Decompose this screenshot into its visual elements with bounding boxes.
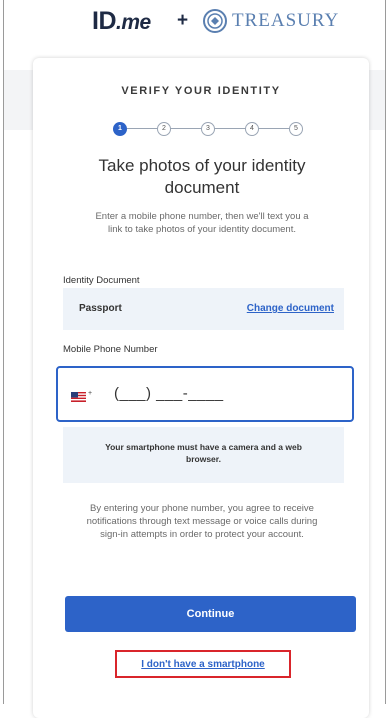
country-code-prefix: + — [88, 390, 93, 397]
instructions-text: Enter a mobile phone number, then we'll … — [95, 211, 309, 235]
step-1: 1 — [113, 122, 127, 136]
us-flag-icon[interactable] — [71, 392, 86, 402]
continue-button[interactable]: Continue — [65, 596, 356, 632]
idme-logo-suffix: .me — [116, 11, 151, 34]
plus-sign: + — [177, 10, 189, 31]
no-smartphone-link[interactable]: I don't have a smartphone — [117, 659, 289, 670]
phone-label: Mobile Phone Number — [63, 344, 158, 355]
smartphone-info-text: Your smartphone must have a camera and a… — [105, 442, 302, 464]
document-value: Passport — [79, 303, 122, 314]
step-4: 4 — [245, 122, 259, 136]
treasury-seal-icon — [203, 9, 227, 33]
step-2: 2 — [157, 122, 171, 136]
document-label: Identity Document — [63, 275, 140, 286]
header: ID.me + TREASURY — [0, 0, 389, 46]
treasury-logo-text: TREASURY — [232, 10, 340, 31]
smartphone-info-box: Your smartphone must have a camera and a… — [63, 427, 344, 483]
consent-text: By entering your phone number, you agree… — [86, 503, 318, 540]
phone-placeholder: (___) ___-____ — [114, 385, 224, 402]
document-selector: Passport Change document — [63, 288, 344, 330]
idme-logo: ID.me — [92, 7, 151, 35]
no-smartphone-highlight: I don't have a smartphone — [115, 650, 291, 678]
progress-stepper: 1 2 3 4 5 — [113, 122, 303, 136]
step-5: 5 — [289, 122, 303, 136]
phone-input[interactable]: + (___) ___-____ — [56, 366, 354, 422]
card-title: VERIFY YOUR IDENTITY — [121, 85, 281, 97]
step-3: 3 — [201, 122, 215, 136]
change-document-link[interactable]: Change document — [247, 303, 334, 314]
page-heading: Take photos of your identity document — [98, 156, 306, 197]
verify-card: VERIFY YOUR IDENTITY 1 2 3 4 5 Take phot… — [33, 58, 369, 718]
